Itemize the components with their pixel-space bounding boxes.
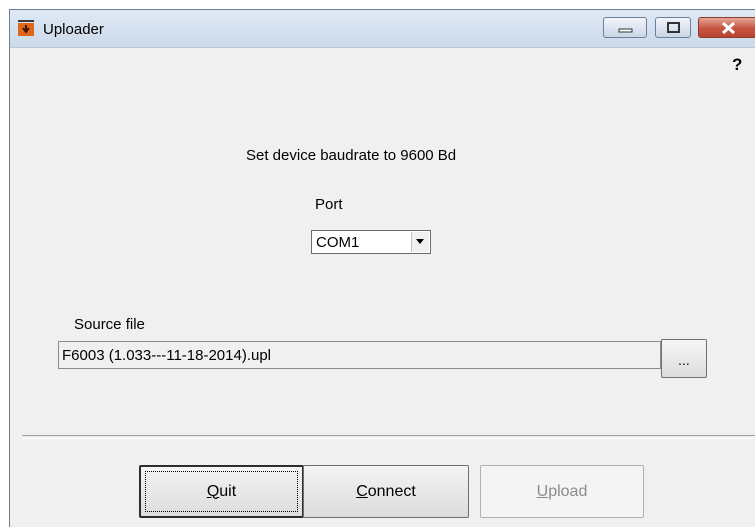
title-bar[interactable]: Uploader	[10, 10, 755, 48]
source-file-field[interactable]: F6003 (1.033---11-18-2014).upl	[58, 341, 661, 369]
port-select[interactable]: COM1	[311, 230, 431, 254]
divider	[22, 435, 755, 439]
close-button[interactable]	[698, 17, 755, 38]
app-icon	[18, 20, 34, 36]
upload-button[interactable]: Upload	[480, 465, 644, 518]
chevron-down-icon	[416, 239, 424, 244]
port-label: Port	[315, 196, 343, 213]
connect-button[interactable]: Connect	[303, 465, 469, 518]
window-title: Uploader	[43, 21, 104, 38]
help-button[interactable]: ?	[732, 55, 742, 75]
upload-button-label: Upload	[536, 482, 588, 500]
connect-button-label: Connect	[356, 482, 416, 500]
port-dropdown-button[interactable]	[411, 232, 429, 252]
source-file-label: Source file	[74, 316, 145, 333]
instruction-text: Set device baudrate to 9600 Bd	[246, 147, 457, 164]
maximize-icon	[667, 22, 680, 33]
minimize-icon	[618, 28, 633, 33]
minimize-button[interactable]	[603, 17, 647, 38]
focus-rectangle	[145, 471, 298, 512]
uploader-window: Uploader ? Set device baudrate to 9600 B…	[9, 9, 755, 527]
maximize-button[interactable]	[655, 17, 691, 38]
close-icon	[721, 21, 736, 35]
browse-button[interactable]: ...	[661, 339, 707, 378]
port-select-value: COM1	[316, 234, 360, 251]
quit-button[interactable]: Quit	[139, 465, 304, 518]
browse-button-label: ...	[678, 352, 690, 368]
source-file-value: F6003 (1.033---11-18-2014).upl	[62, 347, 272, 364]
